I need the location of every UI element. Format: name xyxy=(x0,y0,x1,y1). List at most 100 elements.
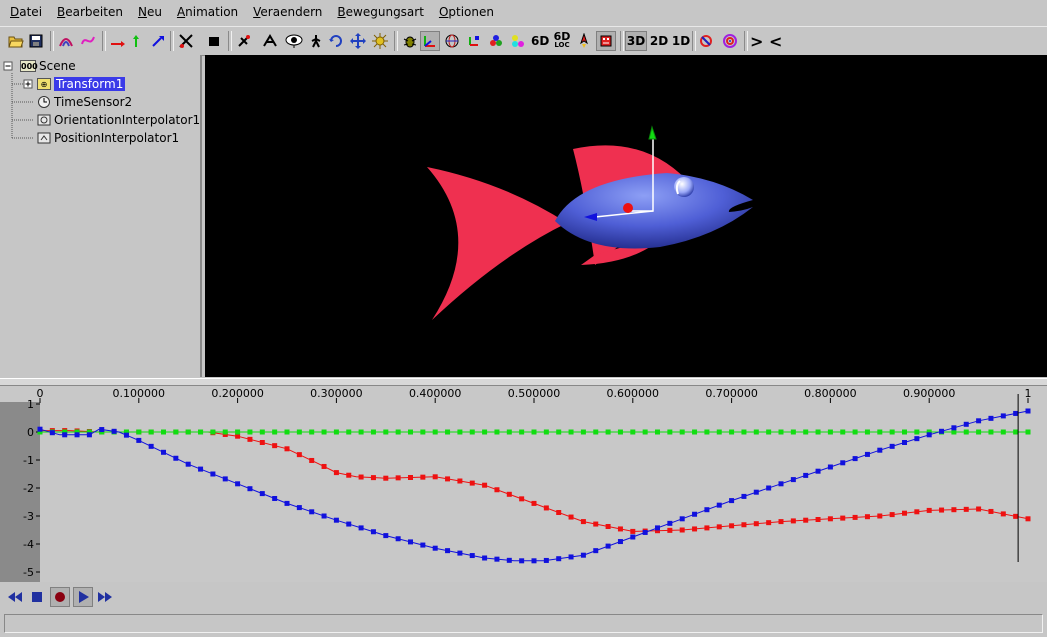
open-file-icon[interactable] xyxy=(6,31,26,51)
spiral-tool-icon[interactable] xyxy=(56,31,76,51)
clock-icon xyxy=(37,95,51,109)
tree-item-orientation-interpolator[interactable]: OrientationInterpolator1 xyxy=(37,112,200,128)
data-point xyxy=(753,521,759,527)
data-point xyxy=(617,429,623,435)
data-point xyxy=(494,429,500,435)
data-point xyxy=(370,529,376,535)
rocket-tool-icon[interactable] xyxy=(574,31,594,51)
target-tool-icon[interactable] xyxy=(720,31,740,51)
menu-datei[interactable]: Datei xyxy=(0,0,49,24)
six-d-button[interactable]: 6D xyxy=(530,31,550,51)
menu-mnemonic: Bearbeiten xyxy=(57,5,123,19)
data-point xyxy=(580,552,586,558)
data-point xyxy=(1013,513,1019,519)
record-icon[interactable] xyxy=(50,587,70,607)
channel-view-chart[interactable]: 0 0.100000 0.200000 0.300000 0.400000 0.50000… xyxy=(0,386,1047,582)
data-point xyxy=(741,429,747,435)
curve-tool-icon[interactable] xyxy=(78,31,98,51)
data-point xyxy=(482,555,488,561)
data-point xyxy=(716,429,722,435)
globe-tool-icon[interactable] xyxy=(442,31,462,51)
menu-animation[interactable]: Animation xyxy=(169,0,245,24)
tree-item-position-interpolator[interactable]: PositionInterpolator1 xyxy=(37,130,179,146)
fly-tool-icon[interactable] xyxy=(260,31,280,51)
menu-neu[interactable]: Neu xyxy=(130,0,169,24)
data-point xyxy=(284,429,290,435)
walk-tool-icon[interactable] xyxy=(306,31,326,51)
data-point xyxy=(580,429,586,435)
stop-icon[interactable] xyxy=(27,587,47,607)
eye-tool-icon[interactable] xyxy=(284,31,304,51)
rotate-tool-icon[interactable] xyxy=(326,31,346,51)
data-point xyxy=(469,429,475,435)
3d-viewport[interactable] xyxy=(205,55,1047,377)
six-d-local-button[interactable]: 6D LOC xyxy=(552,31,572,51)
data-point xyxy=(864,514,870,520)
input-device-icon[interactable] xyxy=(696,31,716,51)
stop-square-icon[interactable] xyxy=(204,31,224,51)
data-point xyxy=(136,437,142,443)
menu-optionen[interactable]: Optionen xyxy=(431,0,501,24)
z-arrow-icon[interactable] xyxy=(148,31,168,51)
data-point xyxy=(902,440,907,445)
play-icon[interactable] xyxy=(73,587,93,607)
sword-tool-icon[interactable] xyxy=(234,31,254,51)
data-point xyxy=(420,474,426,480)
data-point xyxy=(408,475,413,480)
data-point xyxy=(815,468,821,474)
data-point xyxy=(605,543,611,549)
next-button[interactable]: > xyxy=(749,31,764,51)
data-point xyxy=(679,429,685,435)
data-point xyxy=(840,515,846,521)
data-point xyxy=(111,428,117,434)
data-point xyxy=(568,429,574,435)
data-point xyxy=(568,554,574,560)
data-point xyxy=(198,429,204,435)
data-point xyxy=(457,550,463,556)
tree-item-scene[interactable]: 000 Scene xyxy=(20,58,76,74)
scale-tool-icon[interactable] xyxy=(370,31,390,51)
axes-tool-icon[interactable] xyxy=(420,31,440,51)
fast-forward-icon[interactable] xyxy=(95,587,115,607)
data-point xyxy=(358,474,364,480)
tree-item-transform[interactable]: ⊕ Transform1 xyxy=(37,76,126,92)
data-point xyxy=(692,511,698,517)
bug-tool-icon[interactable] xyxy=(400,31,420,51)
menu-bearbeiten[interactable]: Bearbeiten xyxy=(49,0,130,24)
data-point xyxy=(309,509,315,515)
local-axes-icon[interactable] xyxy=(464,31,484,51)
data-point xyxy=(630,429,636,435)
robot-tool-icon[interactable] xyxy=(596,31,616,51)
data-point xyxy=(679,527,685,533)
y-arrow-icon[interactable] xyxy=(126,31,146,51)
data-point xyxy=(840,460,846,466)
rgb-scale-icon[interactable] xyxy=(486,31,506,51)
cut-tool-icon[interactable] xyxy=(176,31,196,51)
menu-veraendern[interactable]: Veraendern xyxy=(245,0,329,24)
data-point xyxy=(185,429,191,435)
rewind-icon[interactable] xyxy=(5,587,25,607)
data-point xyxy=(605,429,611,435)
save-icon[interactable] xyxy=(26,31,46,51)
mode-3d-button[interactable]: 3D xyxy=(625,31,647,51)
panel-splitter[interactable] xyxy=(0,378,1047,386)
tree-item-timesensor[interactable]: TimeSensor2 xyxy=(37,94,132,110)
data-point xyxy=(494,556,500,562)
move-tool-icon[interactable] xyxy=(348,31,368,51)
y-tick-label: 1 xyxy=(27,398,34,411)
data-point xyxy=(1013,410,1019,416)
x-tick-label: 1 xyxy=(1025,387,1032,400)
data-point xyxy=(383,475,389,481)
data-point xyxy=(852,456,858,462)
mode-1d-button[interactable]: 1D xyxy=(669,31,693,51)
mode-2d-button[interactable]: 2D xyxy=(647,31,671,51)
data-point xyxy=(951,507,957,513)
previous-button[interactable]: < xyxy=(768,31,783,51)
data-point xyxy=(445,476,451,482)
color-tool-icon[interactable] xyxy=(508,31,528,51)
data-point xyxy=(506,491,512,497)
menu-bewegungsart[interactable]: Bewegungsart xyxy=(329,0,431,24)
data-point xyxy=(667,520,673,526)
data-point xyxy=(852,514,858,520)
x-arrow-icon[interactable] xyxy=(108,31,128,51)
